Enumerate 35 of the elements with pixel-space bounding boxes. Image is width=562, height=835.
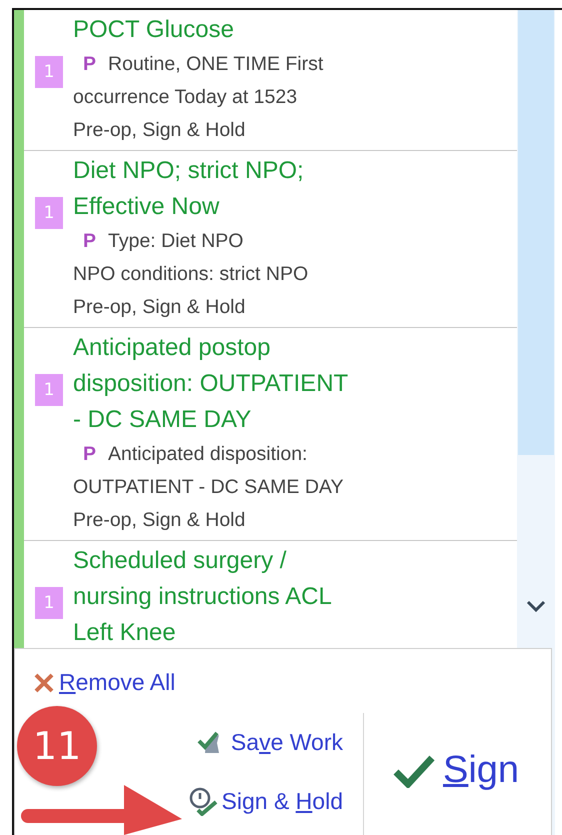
remove-all-link[interactable]: Remove All — [33, 669, 176, 696]
count-badge: 1 — [35, 587, 63, 619]
priority-marker: P — [83, 230, 96, 252]
scrollbar-thumb[interactable] — [518, 10, 554, 455]
scroll-down-icon[interactable] — [526, 600, 546, 612]
order-detail: Routine, ONE TIME First — [108, 53, 324, 75]
count-badge: 1 — [35, 56, 63, 88]
order-detail: Pre-op, Sign & Hold — [73, 119, 246, 141]
sign-link[interactable]: Sign — [393, 749, 520, 792]
order-detail: NPO conditions: strict NPO — [73, 263, 308, 285]
order-title: Diet NPO; strict NPO; — [73, 156, 305, 186]
order-detail: Anticipated disposition: — [108, 443, 308, 465]
order-title: Scheduled surgery / — [73, 546, 288, 576]
order-title: POCT Glucose — [73, 15, 235, 45]
count-badge: 1 — [35, 374, 63, 406]
order-detail: Pre-op, Sign & Hold — [73, 296, 246, 318]
order-detail: Pre-op, Sign & Hold — [73, 509, 246, 531]
order-detail: OUTPATIENT - DC SAME DAY — [73, 476, 344, 498]
save-work-link[interactable]: Save Work — [196, 727, 343, 757]
order-title: nursing instructions ACL — [73, 582, 333, 612]
priority-marker: P — [83, 53, 96, 75]
order-title: disposition: OUTPATIENT — [73, 369, 350, 399]
clock-check-icon — [188, 786, 218, 816]
count-badge: 1 — [35, 197, 63, 229]
order-title: Anticipated postop — [73, 333, 272, 363]
order-title: Effective Now — [73, 192, 220, 222]
order-title: - DC SAME DAY — [73, 405, 252, 435]
priority-marker: P — [83, 443, 96, 465]
order-title: Left Knee — [73, 618, 177, 648]
order-detail: Type: Diet NPO — [108, 230, 244, 252]
close-icon — [33, 672, 55, 694]
checkmark-icon — [393, 754, 435, 788]
sign-hold-link[interactable]: Sign & Hold — [188, 786, 343, 816]
order-detail: occurrence Today at 1523 — [73, 86, 298, 108]
order-row[interactable]: 1 POCT Glucose P Routine, ONE TIME First occurrence Today at 1523 Pre-op, Sign & Hold — [24, 10, 517, 151]
